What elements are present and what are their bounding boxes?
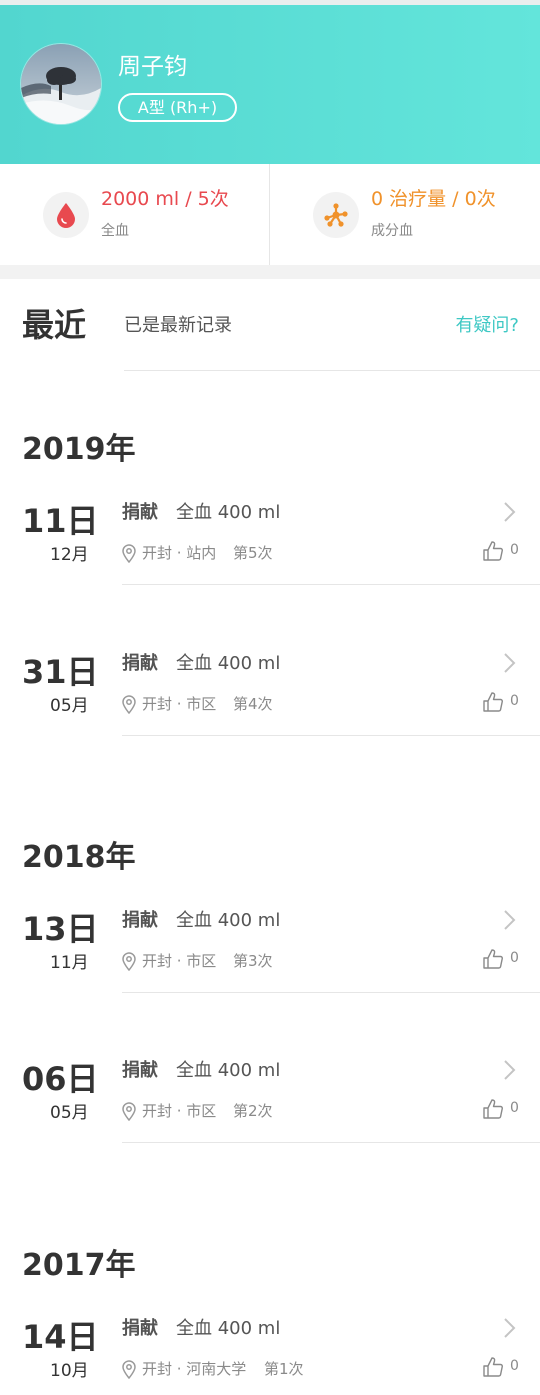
record-month: 05月 — [50, 696, 89, 716]
record-count: 第5次 — [233, 544, 273, 562]
year-heading: 2019年 — [22, 432, 136, 467]
record-location: 开封 · 市区 — [142, 952, 217, 970]
recent-title: 最近 — [22, 306, 87, 344]
record-likes: 0 — [510, 1358, 519, 1374]
divider — [122, 992, 540, 993]
record-count: 第2次 — [233, 1102, 273, 1120]
thumbs-up-icon[interactable] — [482, 948, 504, 970]
record-day: 14日 — [22, 1318, 99, 1356]
record-month: 11月 — [50, 953, 89, 973]
whole-blood-stat[interactable]: 2000 ml / 5次 全血 — [0, 164, 269, 265]
user-name: 周子钧 — [118, 54, 187, 80]
record-month: 10月 — [50, 1361, 89, 1381]
record-month: 12月 — [50, 545, 89, 565]
avatar[interactable] — [21, 44, 101, 124]
record-type: 捐献 — [122, 1060, 158, 1081]
record-count: 第4次 — [233, 695, 273, 713]
record-location: 开封 · 市区 — [142, 1102, 217, 1120]
donation-record[interactable]: 11日 12月 捐献 全血 400 ml 开封 · 站内 第5次 0 — [0, 496, 540, 596]
record-type: 捐献 — [122, 910, 158, 931]
recent-status: 已是最新记录 — [124, 315, 232, 336]
record-amount: 全血 400 ml — [176, 1318, 281, 1339]
year-heading: 2018年 — [22, 840, 136, 875]
divider — [122, 735, 540, 736]
section-gap — [0, 265, 540, 279]
whole-blood-value: 2000 ml / 5次 — [101, 188, 229, 210]
thumbs-up-icon[interactable] — [482, 691, 504, 713]
chevron-right-icon[interactable] — [500, 1316, 518, 1340]
help-link[interactable]: 有疑问? — [455, 311, 519, 337]
chevron-right-icon[interactable] — [500, 651, 518, 675]
donation-stats: 2000 ml / 5次 全血 0 治疗量 / 0次 成分血 — [0, 164, 540, 265]
record-location: 开封 · 市区 — [142, 695, 217, 713]
record-location: 开封 · 河南大学 — [142, 1360, 247, 1378]
blood-drop-icon — [43, 192, 89, 238]
component-blood-label: 成分血 — [371, 223, 413, 239]
location-pin-icon — [122, 1102, 136, 1121]
profile-header: 周子钧 A型 (Rh+) — [0, 5, 540, 164]
year-heading: 2017年 — [22, 1248, 136, 1283]
record-month: 05月 — [50, 1103, 89, 1123]
record-likes: 0 — [510, 693, 519, 709]
thumbs-up-icon[interactable] — [482, 1356, 504, 1378]
record-day: 13日 — [22, 910, 99, 948]
record-amount: 全血 400 ml — [176, 1060, 281, 1081]
molecule-icon — [313, 192, 359, 238]
component-blood-value: 0 治疗量 / 0次 — [371, 188, 496, 210]
record-day: 06日 — [22, 1060, 99, 1098]
divider — [124, 370, 540, 371]
chevron-right-icon[interactable] — [500, 1058, 518, 1082]
chevron-right-icon[interactable] — [500, 500, 518, 524]
record-type: 捐献 — [122, 502, 158, 523]
record-count: 第1次 — [264, 1360, 304, 1378]
record-count: 第3次 — [233, 952, 273, 970]
record-amount: 全血 400 ml — [176, 502, 281, 523]
donation-record[interactable]: 13日 11月 捐献 全血 400 ml 开封 · 市区 第3次 0 — [0, 904, 540, 1004]
divider — [122, 584, 540, 585]
chevron-right-icon[interactable] — [500, 908, 518, 932]
blood-type-badge: A型 (Rh+) — [118, 93, 237, 122]
component-blood-stat[interactable]: 0 治疗量 / 0次 成分血 — [270, 164, 539, 265]
record-amount: 全血 400 ml — [176, 653, 281, 674]
whole-blood-label: 全血 — [101, 223, 129, 239]
location-pin-icon — [122, 544, 136, 563]
location-pin-icon — [122, 1360, 136, 1379]
donation-record[interactable]: 31日 05月 捐献 全血 400 ml 开封 · 市区 第4次 0 — [0, 647, 540, 747]
record-day: 11日 — [22, 502, 99, 540]
thumbs-up-icon[interactable] — [482, 540, 504, 562]
divider — [122, 1142, 540, 1143]
record-amount: 全血 400 ml — [176, 910, 281, 931]
thumbs-up-icon[interactable] — [482, 1098, 504, 1120]
record-likes: 0 — [510, 542, 519, 558]
record-location: 开封 · 站内 — [142, 544, 217, 562]
record-likes: 0 — [510, 1100, 519, 1116]
location-pin-icon — [122, 952, 136, 971]
record-likes: 0 — [510, 950, 519, 966]
record-type: 捐献 — [122, 653, 158, 674]
record-type: 捐献 — [122, 1318, 158, 1339]
location-pin-icon — [122, 695, 136, 714]
record-day: 31日 — [22, 653, 99, 691]
donation-record[interactable]: 06日 05月 捐献 全血 400 ml 开封 · 市区 第2次 0 — [0, 1054, 540, 1154]
donation-record[interactable]: 14日 10月 捐献 全血 400 ml 开封 · 河南大学 第1次 0 — [0, 1312, 540, 1395]
